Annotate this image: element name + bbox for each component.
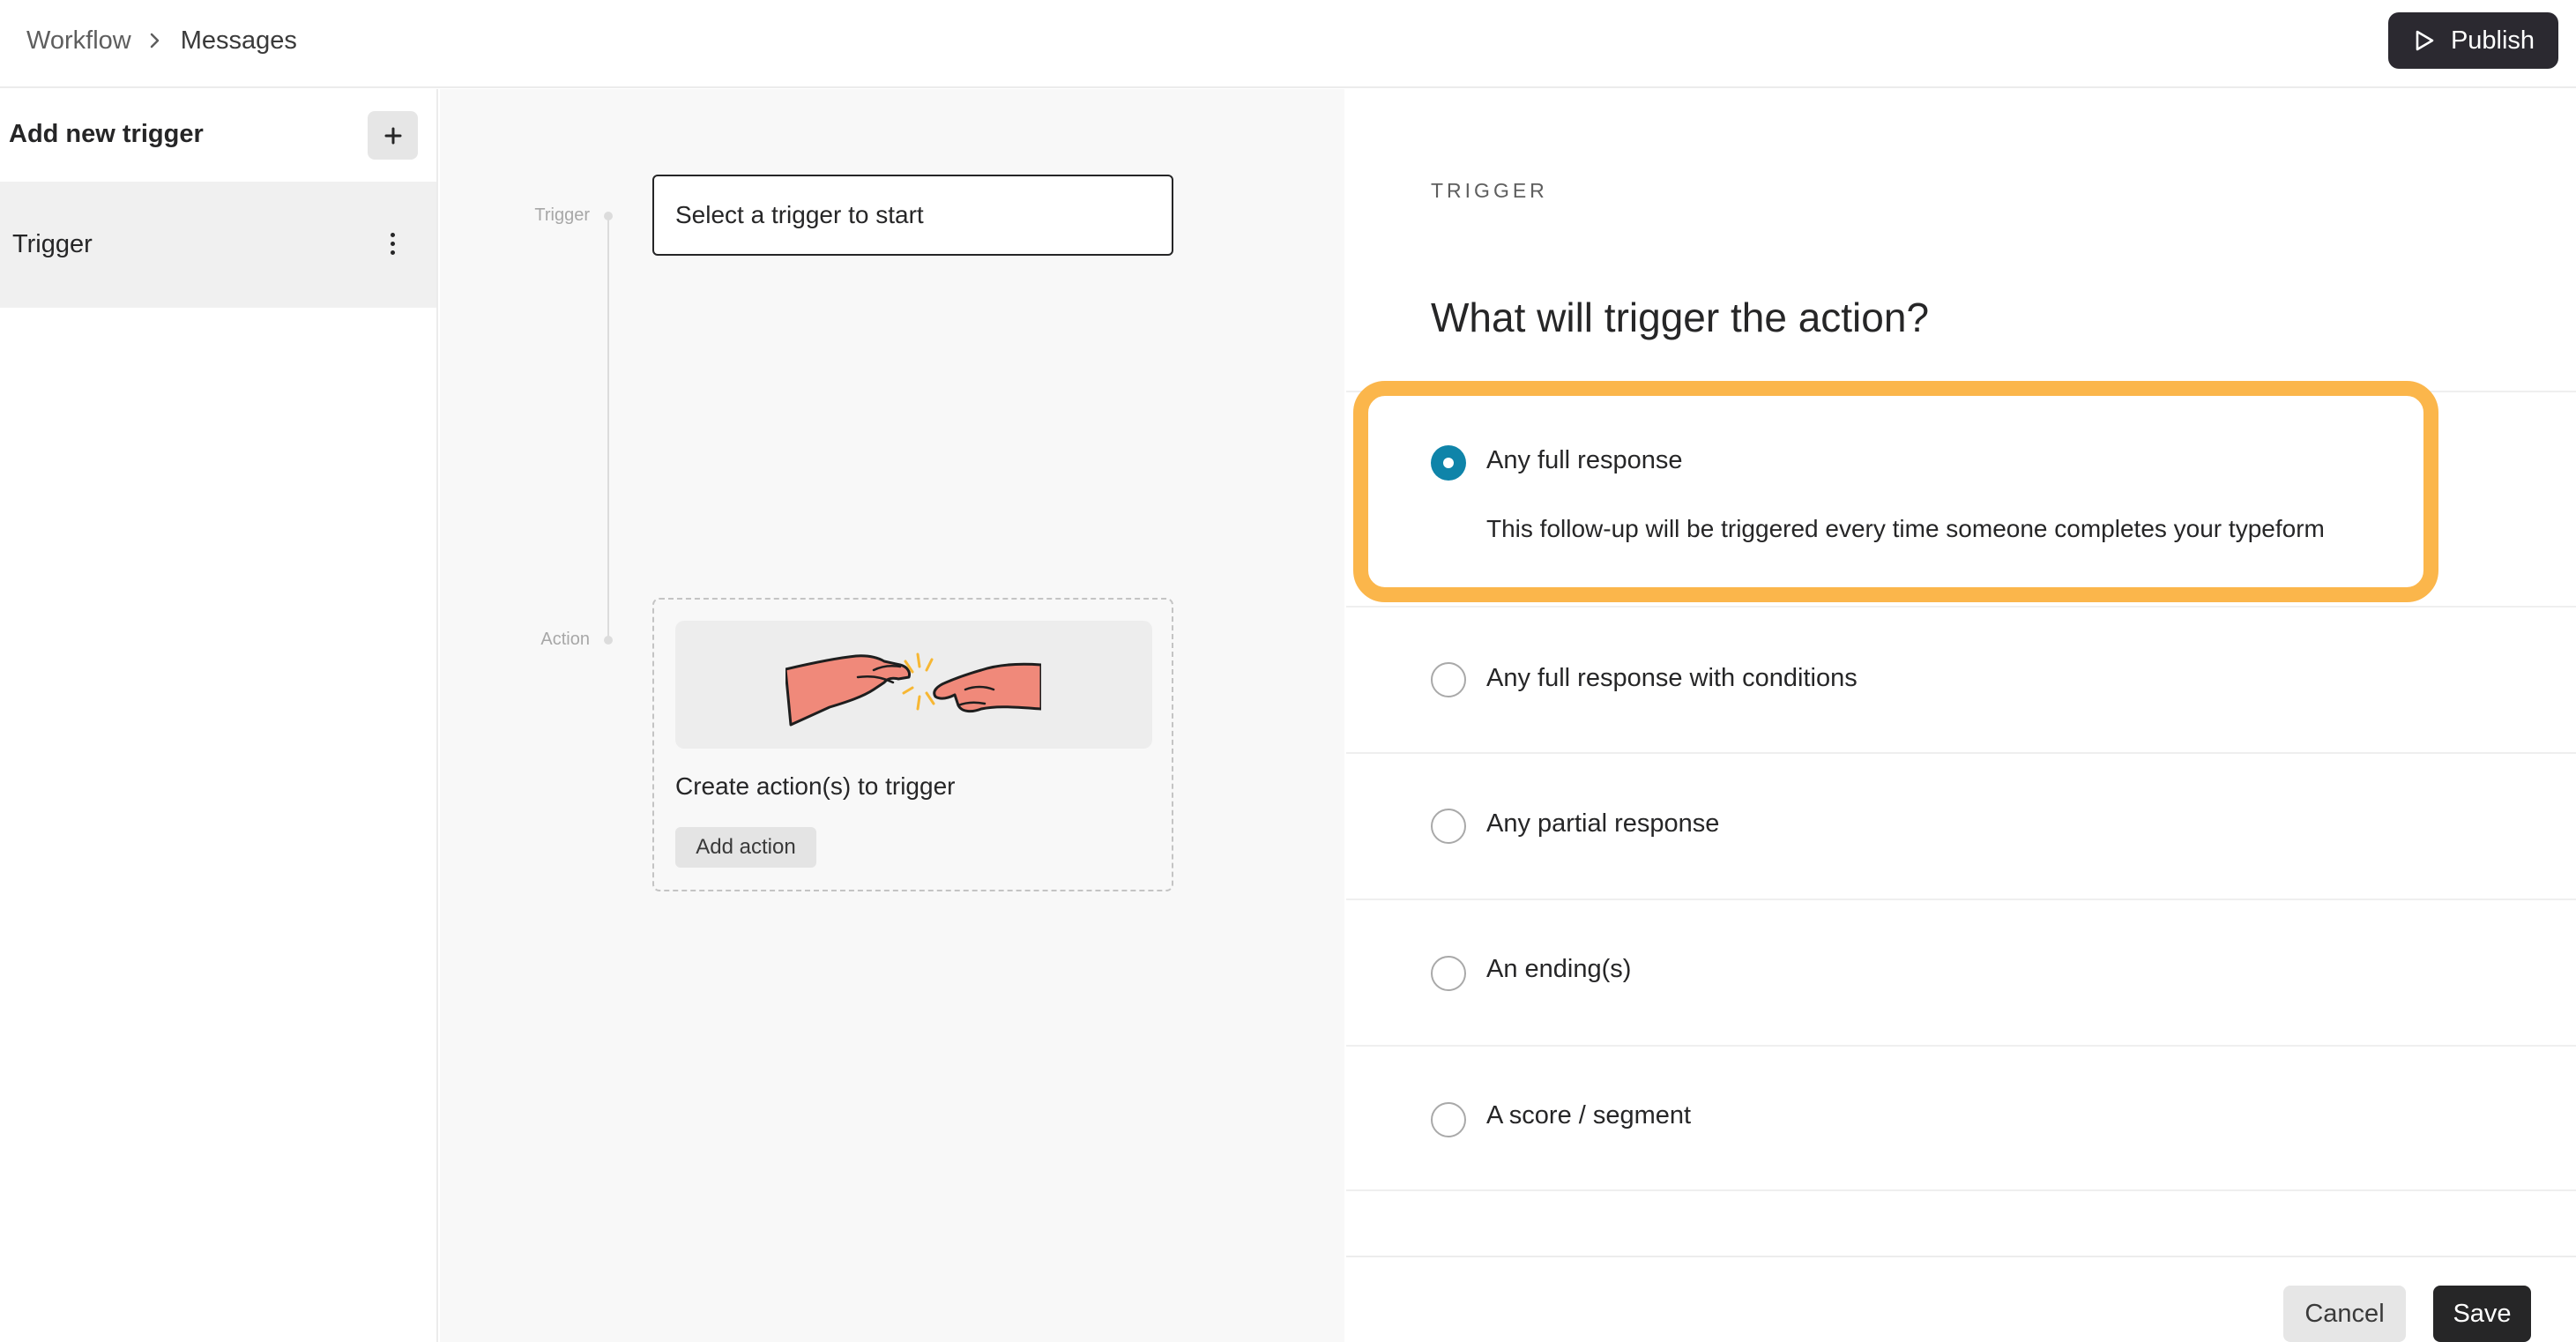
breadcrumb: Workflow Messages xyxy=(26,25,297,56)
panel-footer: Cancel Save xyxy=(1346,1256,2576,1342)
radio-unselected[interactable] xyxy=(1431,809,1466,844)
option-label: Any full response with conditions xyxy=(1486,664,1858,692)
action-step-label: Action xyxy=(540,630,590,649)
trigger-step-label: Trigger xyxy=(534,205,590,225)
play-outline-icon xyxy=(2416,30,2434,51)
option-score-segment[interactable]: A score / segment xyxy=(1346,1045,2576,1191)
breadcrumb-workflow-link[interactable]: Workflow xyxy=(26,26,131,56)
sidebar-item-label: Trigger xyxy=(12,230,93,258)
trigger-sidebar: Add new trigger Trigger xyxy=(0,89,438,1342)
option-any-full-response-with-conditions[interactable]: Any full response with conditions xyxy=(1346,606,2576,754)
panel-question: What will trigger the action? xyxy=(1431,294,1930,340)
radio-unselected[interactable] xyxy=(1431,956,1466,991)
radio-selected[interactable] xyxy=(1431,445,1466,481)
panel-spacer xyxy=(1346,1189,2576,1256)
publish-button[interactable]: Publish xyxy=(2388,12,2558,69)
sidebar-item-trigger[interactable]: Trigger xyxy=(0,182,436,308)
option-any-partial-response[interactable]: Any partial response xyxy=(1346,752,2576,900)
sidebar-header: Add new trigger xyxy=(0,89,436,182)
trigger-select-box[interactable]: Select a trigger to start xyxy=(652,175,1173,256)
sidebar-title: Add new trigger xyxy=(9,120,204,148)
workflow-canvas: Trigger Action Select a trigger to start… xyxy=(440,89,1344,1342)
radio-unselected[interactable] xyxy=(1431,1102,1466,1137)
option-any-full-response[interactable]: Any full response This follow-up will be… xyxy=(1346,391,2576,608)
add-action-button[interactable]: Add action xyxy=(675,827,816,868)
trigger-settings-panel: TRIGGER What will trigger the action? An… xyxy=(1346,89,2576,1342)
cancel-button[interactable]: Cancel xyxy=(2283,1286,2406,1342)
timeline-connector xyxy=(607,217,609,640)
option-description: This follow-up will be triggered every t… xyxy=(1486,515,2325,542)
hands-touching-illustration xyxy=(675,621,1152,749)
option-label: Any full response xyxy=(1486,446,1683,474)
action-card-title: Create action(s) to trigger xyxy=(675,772,956,800)
action-step-dot xyxy=(604,636,613,645)
trigger-step-dot xyxy=(604,212,613,220)
breadcrumb-current: Messages xyxy=(180,26,297,55)
option-label: An ending(s) xyxy=(1486,955,1632,983)
panel-eyebrow: TRIGGER xyxy=(1431,179,1548,202)
publish-label: Publish xyxy=(2450,26,2535,55)
option-an-ending[interactable]: An ending(s) xyxy=(1346,898,2576,1047)
save-button[interactable]: Save xyxy=(2433,1286,2531,1342)
add-trigger-button[interactable] xyxy=(368,111,418,160)
top-header: Workflow Messages Publish xyxy=(0,0,2576,88)
kebab-menu-icon[interactable] xyxy=(379,226,406,261)
radio-unselected[interactable] xyxy=(1431,662,1466,697)
chevron-right-icon xyxy=(149,25,161,56)
plus-icon xyxy=(384,127,401,144)
option-label: A score / segment xyxy=(1486,1101,1692,1130)
action-card: Create action(s) to trigger Add action xyxy=(652,598,1173,891)
option-label: Any partial response xyxy=(1486,809,1720,838)
